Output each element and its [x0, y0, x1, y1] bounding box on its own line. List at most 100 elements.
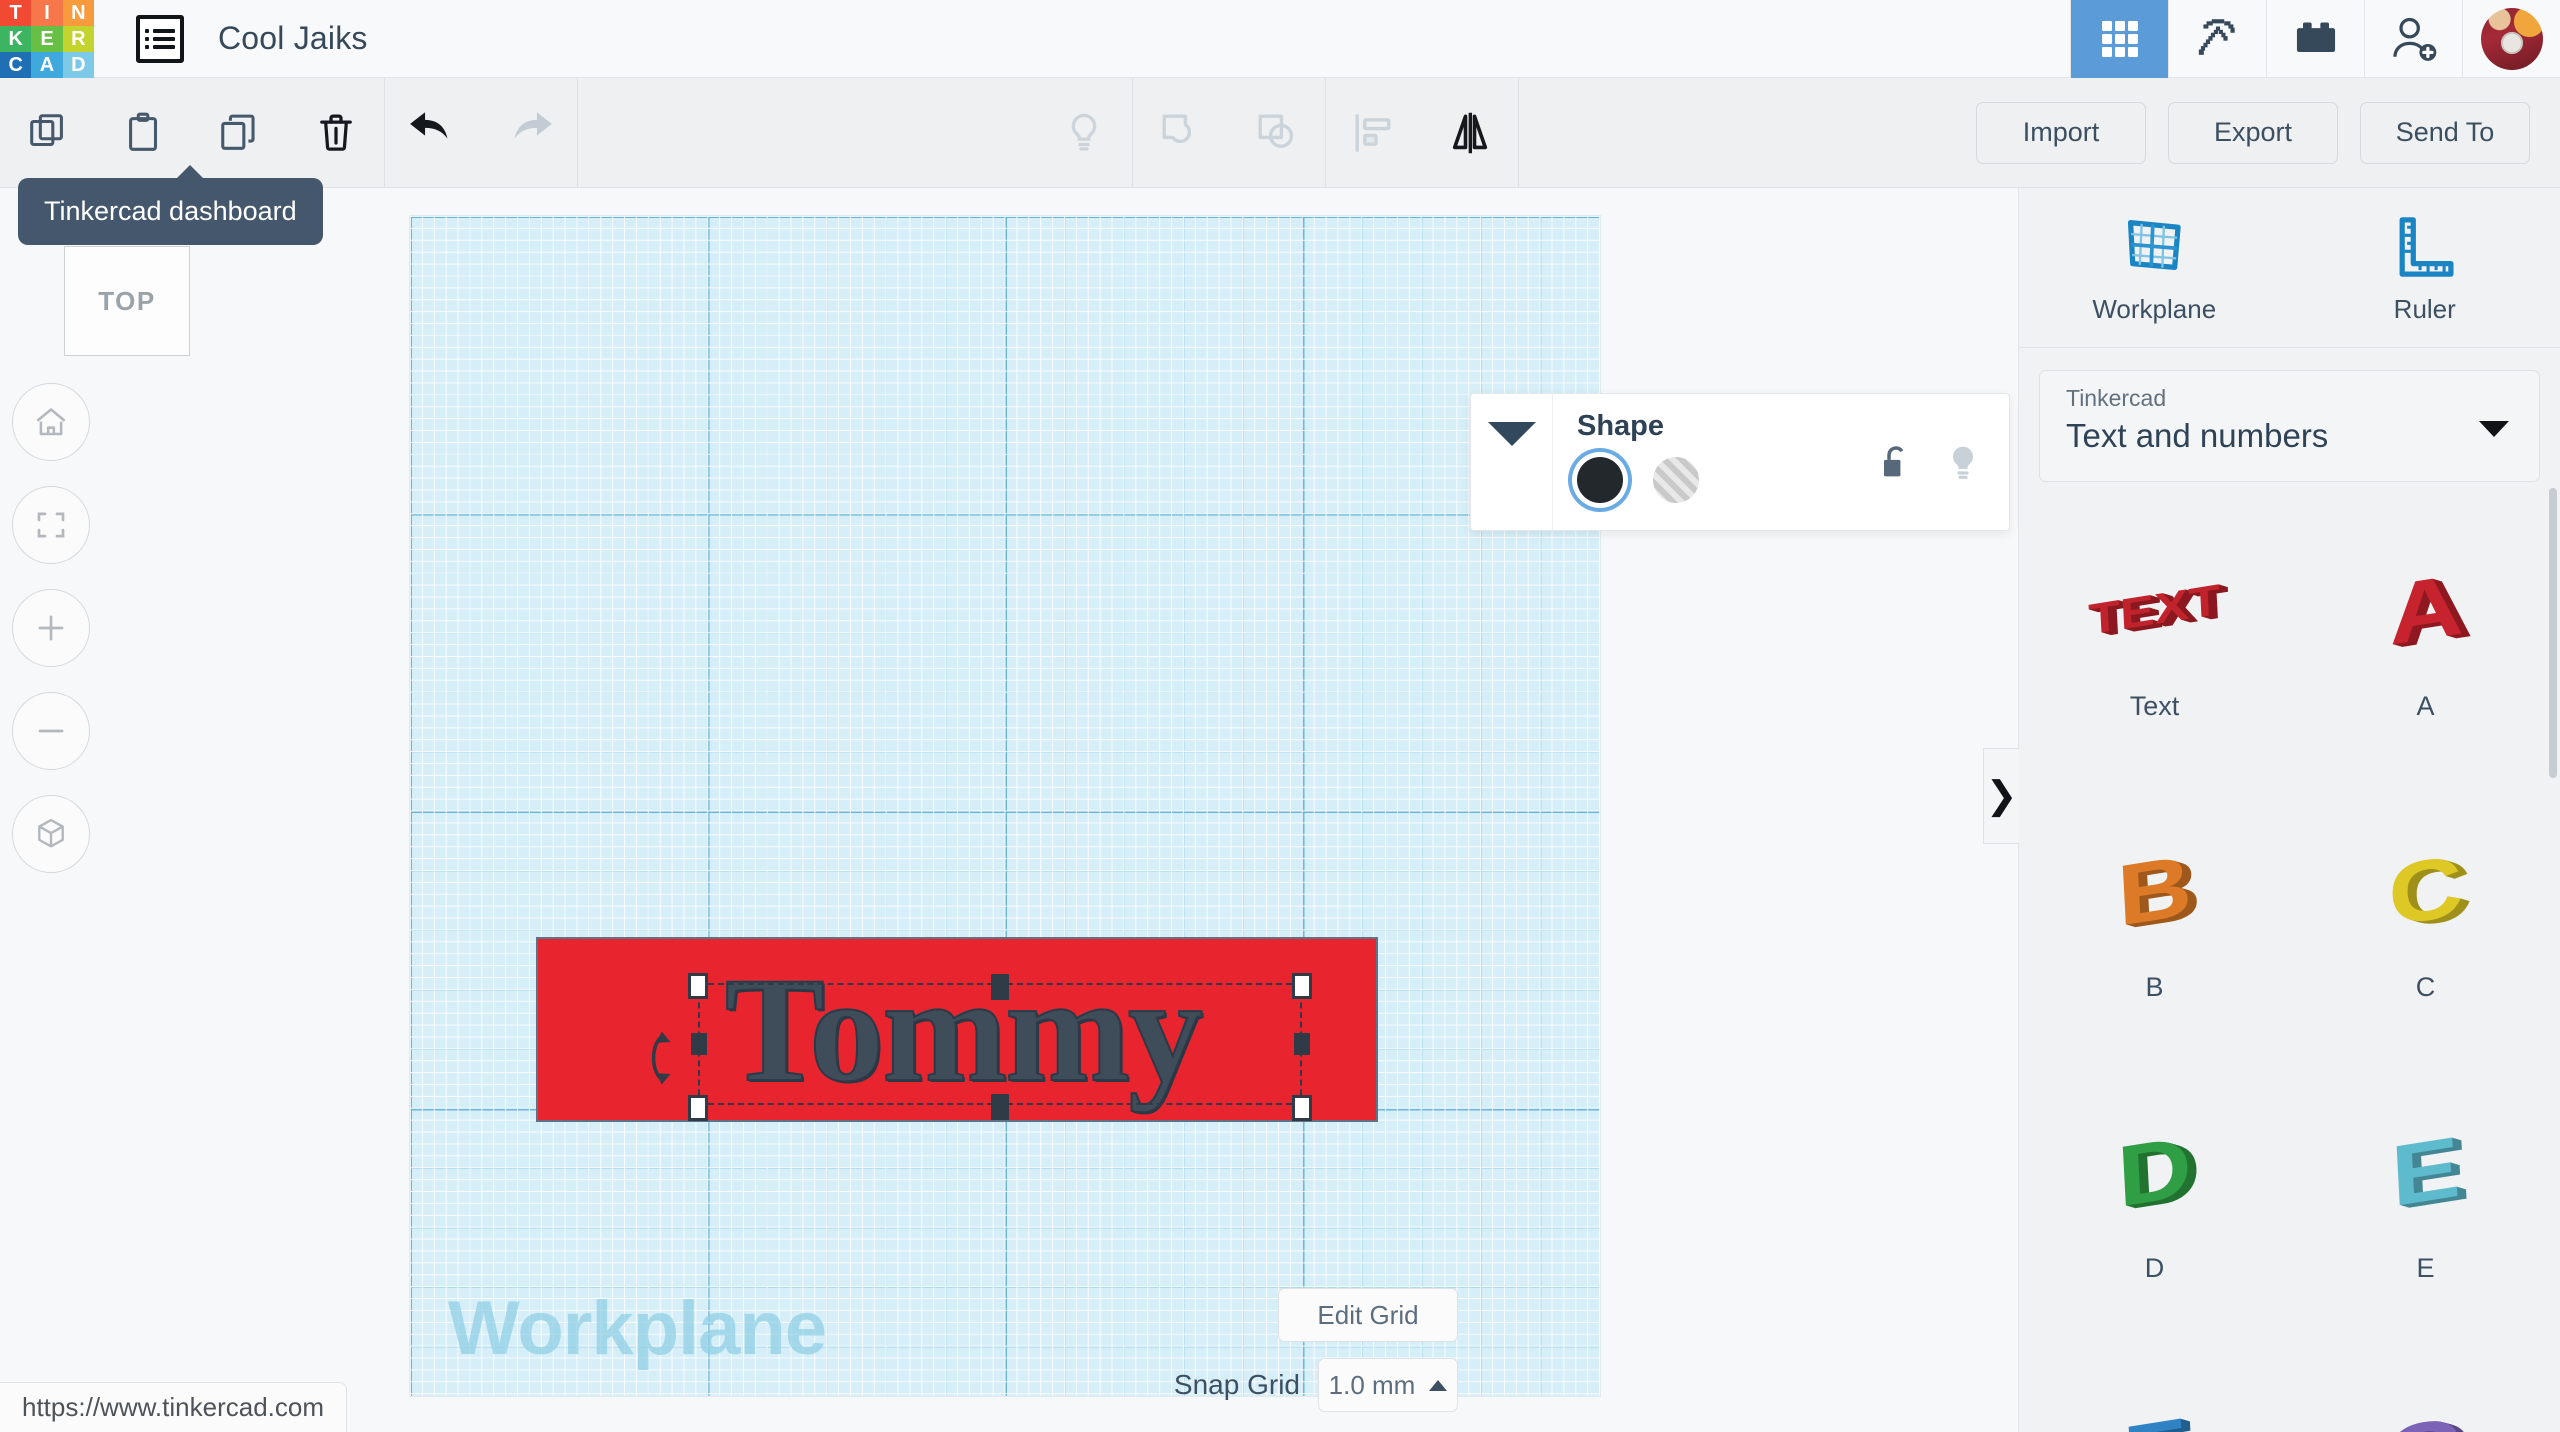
home-view-button[interactable]	[12, 383, 90, 461]
resize-handle-bottom-left[interactable]	[688, 1095, 708, 1121]
resize-handle-bottom-center[interactable]	[991, 1094, 1009, 1120]
shape-c-thumbnail: C	[2386, 816, 2465, 966]
edit-grid-button[interactable]: Edit Grid	[1278, 1288, 1458, 1342]
undo-icon[interactable]	[385, 78, 481, 188]
minecraft-pickaxe-icon[interactable]	[2168, 0, 2266, 78]
import-button[interactable]: Import	[1976, 101, 2146, 164]
app-header: TIN KER CAD Cool Jaiks	[0, 0, 2560, 78]
ungroup-icon	[1229, 78, 1325, 188]
shape-e-thumbnail: E	[2389, 1097, 2463, 1247]
export-button[interactable]: Export	[2168, 101, 2338, 164]
shape-d-glyph: D	[2114, 1118, 2195, 1226]
resize-handle-top-center[interactable]	[991, 974, 1009, 1000]
clipboard-actions: Tinkercad dashboard	[0, 78, 384, 245]
shape-b-thumbnail: B	[2115, 816, 2194, 966]
avatar-image	[2480, 8, 2543, 70]
perspective-toggle-button[interactable]	[12, 795, 90, 873]
logo-cell-r: R	[62, 26, 94, 52]
resize-handle-top-left[interactable]	[688, 973, 708, 999]
logo-cell-d: D	[62, 52, 94, 78]
ruler-icon	[2399, 217, 2454, 277]
shape-panel-body: Shape	[1553, 394, 2009, 530]
history-actions	[385, 78, 577, 188]
zoom-in-button[interactable]	[12, 589, 90, 667]
shape-tools	[1036, 77, 1519, 188]
hole-swatch[interactable]	[1653, 457, 1699, 503]
snap-grid-value: 1.0 mm	[1328, 1369, 1416, 1400]
resize-handle-top-right[interactable]	[1292, 973, 1312, 999]
shape-d[interactable]: DD	[2019, 1050, 2290, 1331]
tooltip-tinkercad-dashboard: Tinkercad dashboard	[18, 165, 323, 245]
shape-library-grid: TEXTTextAABBCCDDEEFFGG	[2019, 488, 2560, 1432]
shape-b-label: B	[2145, 972, 2164, 1002]
shape-text-label: Text	[2129, 691, 2180, 721]
lightbulb-icon[interactable]	[1943, 442, 1983, 486]
design-canvas[interactable]: Workplane Tommy TOP Shape Edit Grid Snap…	[0, 188, 2018, 1432]
chevron-up-icon	[1429, 1379, 1448, 1391]
snap-grid-select[interactable]: 1.0 mm	[1318, 1358, 1458, 1412]
rotate-handle-icon[interactable]	[636, 1026, 680, 1090]
status-bar-url: https://www.tinkercad.com	[0, 1382, 347, 1432]
redo-icon	[481, 78, 577, 188]
lego-brick-icon[interactable]	[2266, 0, 2364, 78]
shape-f[interactable]: FF	[2019, 1331, 2290, 1432]
shape-e[interactable]: EE	[2290, 1050, 2560, 1331]
logo-cell-e: E	[31, 26, 63, 52]
logo-cell-a: A	[31, 52, 63, 78]
snap-grid-row: Snap Grid 1.0 mm	[1174, 1358, 1458, 1412]
sidebar-collapse-handle[interactable]: ❯	[1983, 748, 2019, 844]
logo-cell-k: K	[0, 26, 32, 52]
ruler-tab[interactable]: Ruler	[2290, 188, 2560, 347]
shape-e-label: E	[2416, 1253, 2435, 1283]
shape-g-thumbnail: G	[2383, 1378, 2468, 1432]
tinkercad-logo[interactable]: TIN KER CAD	[0, 0, 94, 78]
shape-library-select[interactable]: Tinkercad Text and numbers	[2039, 370, 2540, 482]
delete-icon[interactable]	[288, 78, 384, 188]
library-category-value: Text and numbers	[2066, 417, 2329, 454]
sidebar-tools-row: Workplane Ruler	[2019, 188, 2560, 348]
shape-text[interactable]: TEXT Text	[2019, 488, 2290, 769]
shape-panel-collapse-button[interactable]	[1471, 394, 1553, 530]
shape-c-label: C	[2415, 972, 2436, 1002]
shape-text-thumbnail: TEXT	[2088, 535, 2222, 685]
shape-d-label: D	[2144, 1253, 2165, 1283]
shape-c[interactable]: CC	[2290, 769, 2560, 1050]
mirror-icon[interactable]	[1422, 78, 1518, 188]
unlock-icon[interactable]	[1877, 443, 1915, 485]
chevron-down-icon	[1487, 422, 1536, 446]
view-cube[interactable]: TOP	[64, 246, 190, 356]
shape-b[interactable]: BB	[2019, 769, 2290, 1050]
snap-grid-label: Snap Grid	[1173, 1369, 1300, 1400]
shape-panel-title: Shape	[1577, 410, 1665, 442]
toolbar-divider	[1517, 77, 1519, 188]
logo-cell-t: T	[0, 0, 32, 26]
file-actions: Import Export Send To	[1976, 101, 2560, 164]
sidebar-scrollbar[interactable]	[2549, 488, 2557, 778]
group-icon	[1133, 78, 1229, 188]
shape-g[interactable]: GG	[2290, 1331, 2560, 1432]
resize-handle-middle-right[interactable]	[1294, 1033, 1310, 1055]
workplane-grid[interactable]: Workplane	[410, 216, 1600, 1396]
library-group-label: Tinkercad	[2066, 385, 2167, 411]
list-document-icon[interactable]	[136, 14, 184, 63]
workplane-tab[interactable]: Workplane	[2019, 188, 2290, 347]
workplane-tab-label: Workplane	[2092, 294, 2217, 324]
grid-apps-icon[interactable]	[2070, 0, 2168, 78]
fit-to-view-button[interactable]	[12, 486, 90, 564]
resize-handle-middle-left[interactable]	[691, 1033, 707, 1055]
avatar[interactable]	[2462, 0, 2560, 78]
shape-a[interactable]: AA	[2290, 488, 2560, 769]
header-right-actions	[2070, 0, 2560, 78]
solid-swatch[interactable]	[1577, 457, 1623, 503]
logo-cell-c: C	[0, 52, 32, 78]
duplicate-icon[interactable]	[192, 78, 288, 188]
zoom-out-button[interactable]	[12, 692, 90, 770]
resize-handle-bottom-right[interactable]	[1292, 1095, 1312, 1121]
add-user-icon[interactable]	[2364, 0, 2462, 78]
shape-a-label: A	[2416, 691, 2435, 721]
edit-toolbar: Tinkercad dashboard Import Export Send T…	[0, 77, 2560, 245]
send-to-button[interactable]: Send To	[2360, 101, 2530, 164]
grid-controls: Edit Grid Snap Grid 1.0 mm	[1174, 1288, 1458, 1412]
shape-f-thumbnail: F	[2121, 1378, 2189, 1432]
copy-icon[interactable]	[0, 78, 96, 188]
